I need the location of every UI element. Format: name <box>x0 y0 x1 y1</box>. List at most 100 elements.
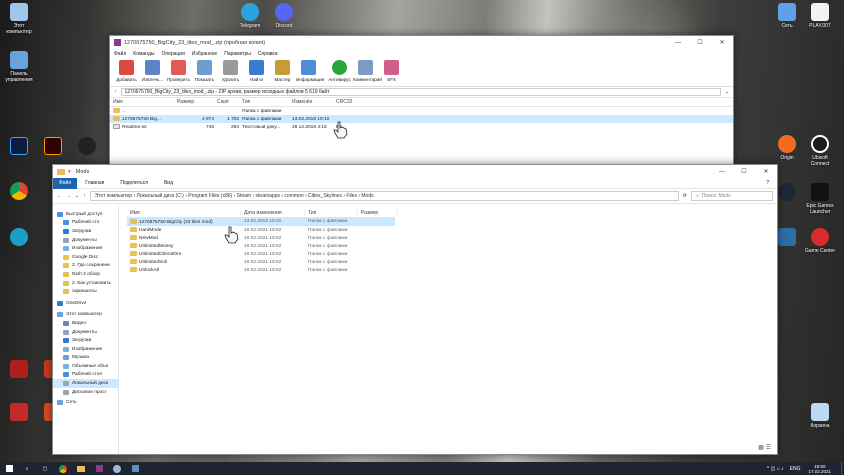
close-icon[interactable]: ✕ <box>711 36 733 49</box>
obs-icon[interactable] <box>70 137 104 157</box>
add-button[interactable]: Добавить <box>114 60 139 84</box>
table-row[interactable]: Readme.txt 745 284 Текстовый доку... 29.… <box>110 123 733 131</box>
table-row[interactable]: 1270675750 Big... 4 874 1 702 Папка с фа… <box>110 115 733 123</box>
nav-folder[interactable]: 2. Как установить <box>53 279 118 288</box>
nav-downloads[interactable]: Загрузки <box>53 227 118 236</box>
delete-button[interactable]: Удалить <box>218 60 243 84</box>
origin-icon[interactable]: Origin <box>770 135 804 161</box>
col-packed[interactable]: Сжат <box>214 99 239 105</box>
illustrator-icon[interactable] <box>36 137 70 157</box>
menu-favorites[interactable]: Избранное <box>192 51 217 57</box>
table-row[interactable]: UnlockAll 16.02.2021 19:52 Папка с файла… <box>127 266 773 274</box>
nav-documents[interactable]: Документы <box>53 328 118 337</box>
breadcrumb[interactable]: Этот компьютер › Локальный диск (C:) › P… <box>89 191 679 201</box>
control-panel-icon[interactable]: Панель управления <box>2 51 36 83</box>
menu-help[interactable]: Справка <box>258 51 278 57</box>
col-size[interactable]: Размер <box>358 209 398 216</box>
ubisoft-icon[interactable]: Ubisoft Connect <box>803 135 837 167</box>
chevron-down-icon[interactable]: ⌄ <box>725 89 729 95</box>
nav-folder[interactable]: 2. Где сохранени <box>53 262 118 271</box>
nav-folder[interactable]: скриншоты <box>53 287 118 296</box>
antivirus-button[interactable]: Антивирус <box>327 60 352 84</box>
col-name[interactable]: Имя <box>127 209 241 216</box>
table-row[interactable]: 1270675750 BigCity (23 tiles mod) 13.02.… <box>127 217 395 226</box>
nav-downloads[interactable]: Загрузки <box>53 336 118 345</box>
menu-options[interactable]: Параметры <box>224 51 251 57</box>
col-size[interactable]: Размер <box>174 99 214 105</box>
tab-view[interactable]: Вид <box>156 180 181 186</box>
telegram-icon[interactable]: Telegram <box>233 3 267 29</box>
table-row[interactable]: .. Папка с файлами <box>110 107 733 115</box>
search-input[interactable]: ⌕ Поиск: Mods <box>691 191 773 201</box>
extract-button[interactable]: Извлечь... <box>140 60 165 84</box>
language-indicator[interactable]: ENG <box>790 466 801 472</box>
nav-desktop[interactable]: Рабочий стол <box>53 371 118 380</box>
up-arrow-icon[interactable]: ↑ <box>83 193 86 199</box>
app-icon-red[interactable] <box>2 360 36 380</box>
help-icon[interactable]: ? <box>758 180 777 186</box>
nav-folder[interactable]: Nioh 2 обзор <box>53 270 118 279</box>
menu-operations[interactable]: Операции <box>161 51 184 57</box>
wizard-button[interactable]: Мастер <box>270 60 295 84</box>
menu-commands[interactable]: Команды <box>133 51 154 57</box>
test-button[interactable]: Проверить <box>166 60 191 84</box>
forward-arrow-icon[interactable]: → <box>66 193 71 199</box>
taskbar-chrome-icon[interactable] <box>54 462 72 475</box>
nav-local-disk[interactable]: Локальный диск <box>53 379 118 388</box>
search-icon[interactable]: ⌕ <box>18 462 36 475</box>
taskbar-steam-icon[interactable] <box>108 462 126 475</box>
tab-file[interactable]: Файл <box>53 177 78 189</box>
nav-documents[interactable]: Документы <box>53 236 118 245</box>
col-name[interactable]: Имя <box>110 99 174 105</box>
chevron-down-icon[interactable]: ⌄ <box>75 193 79 199</box>
table-row[interactable]: UnlimitedSoil 16.02.2021 19:52 Папка с ф… <box>127 258 773 266</box>
game-center-icon[interactable]: Game Center <box>803 228 837 254</box>
clock[interactable]: 19:50 17.02.2021 <box>808 464 831 474</box>
col-date[interactable]: Дата изменения <box>241 209 305 216</box>
start-button[interactable] <box>0 462 18 475</box>
maximize-icon[interactable]: ☐ <box>733 165 755 178</box>
up-arrow-icon[interactable]: ↑ <box>114 89 117 95</box>
nav-pictures[interactable]: Изображения <box>53 244 118 253</box>
nav-videos[interactable]: Видео <box>53 319 118 328</box>
table-row[interactable]: UnlimitedOilAndOre 16.02.2021 19:52 Папк… <box>127 250 773 258</box>
discord-icon[interactable]: Discord <box>267 3 301 29</box>
maximize-icon[interactable]: ☐ <box>689 36 711 49</box>
nav-quick-access[interactable]: Быстрый доступ <box>53 210 118 219</box>
app-icon-3[interactable] <box>2 403 36 423</box>
recycle-bin-icon[interactable]: Корзина <box>803 403 837 429</box>
refresh-icon[interactable]: ⟳ <box>683 193 687 199</box>
view-button[interactable]: Показать <box>192 60 217 84</box>
nav-onedrive[interactable]: OneDrive <box>53 299 118 308</box>
this-pc-icon[interactable]: Этот компьютер <box>2 3 36 35</box>
nav-music[interactable]: Музыка <box>53 354 118 363</box>
tray-icons[interactable]: ^ ◫ ⌂ ♪ <box>767 466 784 472</box>
info-button[interactable]: Информация <box>296 60 324 84</box>
taskbar-app-icon[interactable] <box>126 462 144 475</box>
nav-network[interactable]: Сеть <box>53 398 118 407</box>
col-type[interactable]: Тип <box>239 99 289 105</box>
epic-icon[interactable]: Epic Games Launcher <box>803 183 837 215</box>
menu-file[interactable]: Файл <box>114 51 126 57</box>
nav-desktop[interactable]: Рабочий сто <box>53 219 118 228</box>
taskbar-winrar-icon[interactable] <box>90 462 108 475</box>
nav-storage[interactable]: Дисковое прост <box>53 388 118 397</box>
tab-share[interactable]: Поделиться <box>112 180 156 186</box>
col-modified[interactable]: Изменён <box>289 99 333 105</box>
nav-this-pc[interactable]: Этот компьютер <box>53 311 118 320</box>
quick-access-toolbar-icon[interactable]: ▾ <box>68 169 71 175</box>
tab-home[interactable]: Главная <box>77 180 112 186</box>
edge-icon[interactable] <box>2 228 36 248</box>
nav-google-disc[interactable]: Google Disc <box>53 253 118 262</box>
col-crc[interactable]: CRC32 <box>333 99 363 105</box>
nav-3d-objects[interactable]: Объемные объе <box>53 362 118 371</box>
taskbar-explorer-icon[interactable] <box>72 462 90 475</box>
close-icon[interactable]: ✕ <box>755 165 777 178</box>
comment-button[interactable]: Комментарий <box>353 60 382 84</box>
minimize-icon[interactable]: — <box>711 165 733 178</box>
col-type[interactable]: Тип <box>305 209 358 216</box>
view-toggle-icons[interactable]: ▦ ☰ <box>758 444 771 451</box>
minimize-icon[interactable]: — <box>667 36 689 49</box>
nav-pictures[interactable]: Изображения <box>53 345 118 354</box>
task-view-icon[interactable]: ▢ <box>36 462 54 475</box>
